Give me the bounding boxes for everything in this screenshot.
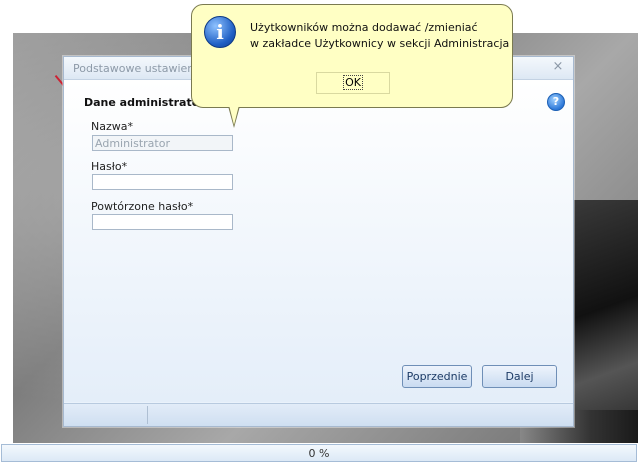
repeat-password-input[interactable] [92,214,233,230]
progress-text: 0 % [308,447,330,460]
balloon-message-line1: Użytkowników można dodawać /zmieniać [250,21,478,34]
progress-bar: 0 % [1,444,637,462]
balloon-tail-inner [229,105,239,125]
info-icon: i [204,16,236,48]
window-statusbar [64,403,573,426]
wizard-content: Dane administratora ? Nazwa* Hasło* Powt… [64,80,573,402]
ok-button[interactable]: OK [316,72,390,94]
window-title: Podstawowe ustawienia [73,62,205,75]
info-balloon: i Użytkowników można dodawać /zmieniać w… [191,4,513,108]
close-icon[interactable]: × [551,60,565,74]
statusbar-divider [147,406,148,424]
settings-wizard-window: Podstawowe ustawienia × Dane administrat… [63,56,574,427]
balloon-message-line2: w zakładce Użytkownicy w sekcji Administ… [250,37,510,50]
name-label: Nazwa* [91,120,133,133]
name-input[interactable] [92,135,233,151]
repeat-password-label: Powtórzone hasło* [91,200,194,213]
help-icon[interactable]: ? [547,93,565,111]
background-image-dark-area [568,200,638,443]
previous-button[interactable]: Poprzednie [402,365,472,388]
ok-button-label: OK [343,75,363,90]
password-input[interactable] [92,174,233,190]
balloon-message: Użytkowników można dodawać /zmieniać w z… [250,20,509,52]
next-button[interactable]: Dalej [482,365,557,388]
password-label: Hasło* [91,160,128,173]
